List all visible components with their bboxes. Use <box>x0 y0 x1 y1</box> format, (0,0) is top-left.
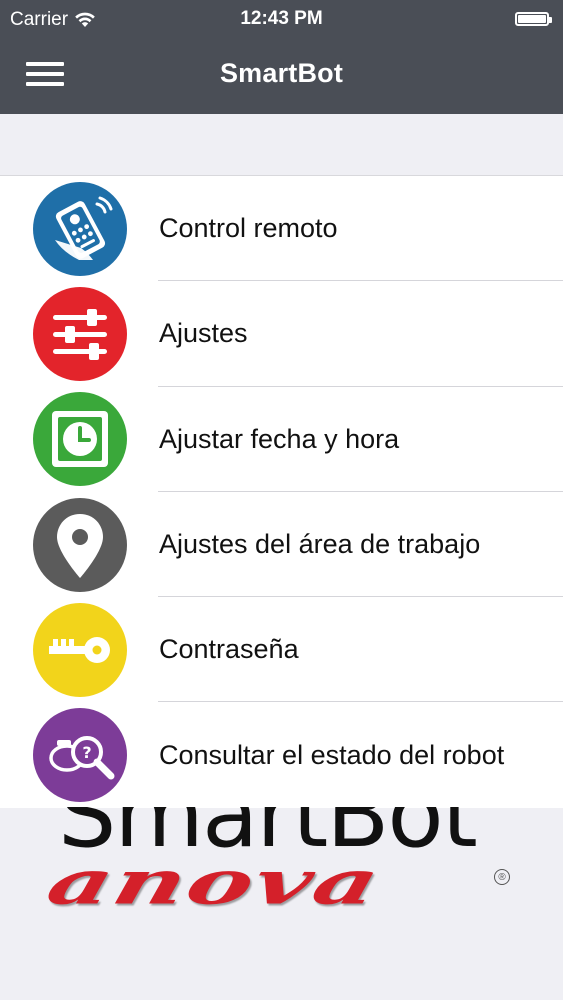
sliders-icon <box>33 286 127 381</box>
svg-text:?: ? <box>82 743 91 762</box>
navigation-bar: SmartBot <box>0 38 563 114</box>
menu-item-consultar-estado-robot[interactable]: ? Consultar el estado del robot <box>0 702 563 807</box>
key-icon <box>33 602 127 697</box>
menu-item-label: Ajustar fecha y hora <box>159 423 400 454</box>
menu-item-label: Contraseña <box>159 634 299 665</box>
battery-icon <box>515 12 552 26</box>
brand-logo-area: SmartBot anova ® <box>0 807 563 1000</box>
status-time: 12:43 PM <box>240 8 323 29</box>
page-title: SmartBot <box>219 58 344 88</box>
menu-item-control-remoto[interactable]: Control remoto <box>0 176 563 282</box>
location-pin-icon <box>33 497 127 592</box>
menu-item-label: Ajustes del área de trabajo <box>159 529 481 560</box>
registered-mark: ® <box>494 869 510 885</box>
menu-item-contrasena[interactable]: Contraseña <box>0 597 563 703</box>
menu-item-ajustar-fecha-hora[interactable]: Ajustar fecha y hora <box>0 387 563 492</box>
remote-control-icon <box>33 181 127 276</box>
anova-logo: anova <box>40 847 389 919</box>
menu-item-label: Ajustes <box>159 318 248 349</box>
menu-list: Control remoto Ajustes Ajustar fecha y h… <box>0 175 563 808</box>
menu-item-ajustes-area-trabajo[interactable]: Ajustes del área de trabajo <box>0 492 563 598</box>
robot-status-search-icon: ? <box>33 708 127 803</box>
status-bar: Carrier 12:43 PM <box>0 0 563 38</box>
menu-item-label: Consultar el estado del robot <box>159 739 505 770</box>
clock-icon <box>33 392 127 487</box>
menu-item-ajustes[interactable]: Ajustes <box>0 281 563 387</box>
menu-item-label: Control remoto <box>159 213 338 244</box>
